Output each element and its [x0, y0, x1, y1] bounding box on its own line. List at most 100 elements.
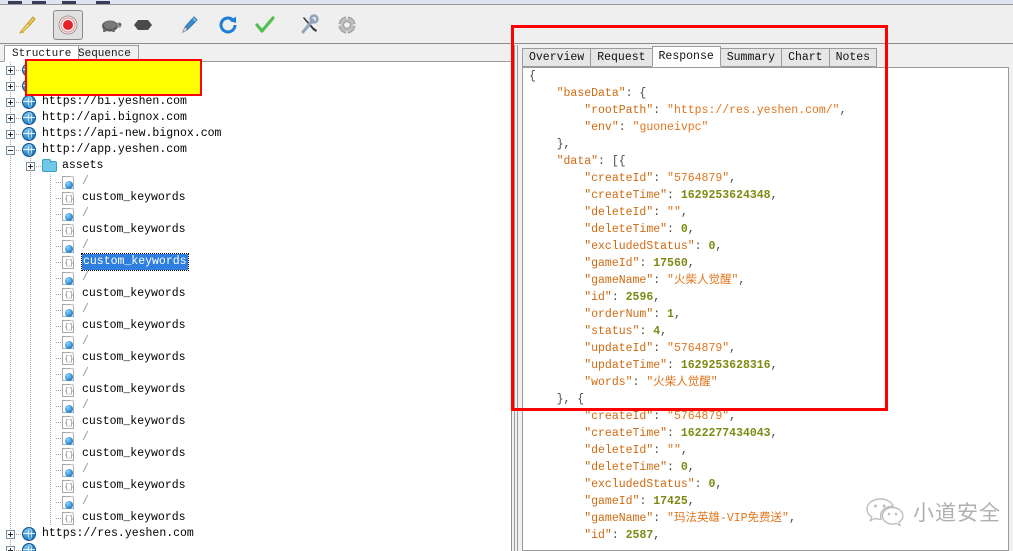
json-token-p: ,	[673, 308, 681, 321]
json-token-k: "deleteTime"	[584, 223, 668, 236]
tree-guide-line	[30, 478, 31, 494]
tab-response[interactable]: Response	[651, 46, 721, 67]
braces-glyph: {}	[64, 483, 74, 492]
settings-button[interactable]	[332, 10, 362, 40]
endpoint-icon	[62, 240, 74, 253]
tab-request[interactable]: Request	[590, 48, 653, 67]
tree-item-label: custom_keywords	[82, 223, 186, 236]
json-line: "orderNum": 1,	[523, 306, 1008, 323]
tab-notes[interactable]: Notes	[828, 48, 878, 67]
tree-item[interactable]: /	[0, 238, 511, 254]
json-token-p	[529, 461, 584, 474]
tree-item[interactable]: /	[0, 270, 511, 286]
tree-item[interactable]: /	[0, 334, 511, 350]
menu-bar[interactable]	[0, 0, 1013, 5]
tree-guide-line	[30, 270, 31, 286]
tree-item[interactable]: {} custom_keywords	[0, 414, 511, 430]
tree-collapse-icon[interactable]	[6, 146, 15, 155]
tree-guide-line	[30, 238, 31, 254]
json-line: "data": [{	[523, 153, 1008, 170]
tree-expand-icon[interactable]	[6, 82, 15, 91]
tree-item[interactable]: {} custom_keywords	[0, 190, 511, 206]
tree-item[interactable]: /	[0, 206, 511, 222]
tree-item[interactable]: /	[0, 430, 511, 446]
response-json-viewer[interactable]: { "baseData": { "rootPath": "https://res…	[522, 67, 1009, 551]
json-line: "updateTime": 1629253628316,	[523, 357, 1008, 374]
tree-item[interactable]: {} custom_keywords	[0, 446, 511, 462]
json-line: "env": "guoneivpc"	[523, 119, 1008, 136]
tree-expand-icon[interactable]	[6, 114, 15, 123]
tools-icon	[301, 14, 319, 34]
json-icon: {}	[62, 288, 74, 301]
json-token-p: :	[653, 104, 668, 117]
json-token-n: 2587	[625, 529, 654, 542]
tree-item[interactable]: http://api.bignox.com	[0, 110, 511, 126]
json-line: "id": 2596,	[523, 289, 1008, 306]
tree-item[interactable]: /	[0, 302, 511, 318]
tree-item[interactable]: https://res.yeshen.com	[0, 526, 511, 542]
json-token-p: ,	[653, 529, 661, 542]
tree-guide-line	[10, 398, 11, 414]
menu-item-proxy[interactable]	[96, 1, 110, 4]
tree-expand-icon[interactable]	[6, 98, 15, 107]
tree-item[interactable]: /	[0, 462, 511, 478]
tree-item[interactable]: https://api-new.bignox.com	[0, 126, 511, 142]
tree-item[interactable]: {} custom_keywords	[0, 318, 511, 334]
json-token-p: ,	[687, 257, 695, 270]
tree-guide-line	[10, 478, 11, 494]
tree-item[interactable]: /	[0, 398, 511, 414]
tree-item[interactable]: {} custom_keywords	[0, 286, 511, 302]
tree-item[interactable]: /	[0, 366, 511, 382]
panel-divider[interactable]	[514, 45, 515, 551]
menu-item-view[interactable]	[62, 1, 76, 4]
tree-item[interactable]: {} custom_keywords	[0, 478, 511, 494]
tree-expand-icon[interactable]	[6, 130, 15, 139]
tree-guide-line	[50, 318, 51, 334]
tree-item[interactable]	[0, 542, 511, 551]
tree-expand-icon[interactable]	[6, 66, 15, 75]
throttle-toggle-button[interactable]	[95, 10, 125, 40]
menu-item-file[interactable]	[8, 1, 22, 4]
tree-expand-icon[interactable]	[26, 162, 35, 171]
json-token-p	[529, 495, 584, 508]
tree-item[interactable]: /	[0, 494, 511, 510]
tree-guide-line	[30, 302, 31, 318]
clear-session-button[interactable]	[12, 10, 42, 40]
tree-expand-icon[interactable]	[6, 546, 15, 551]
tree-item[interactable]: /	[0, 174, 511, 190]
validate-button[interactable]	[250, 10, 280, 40]
tab-summary[interactable]: Summary	[719, 48, 783, 67]
json-token-p: {	[529, 70, 536, 83]
menu-item-edit[interactable]	[32, 1, 46, 4]
tree-guide-line	[50, 510, 51, 526]
session-structure-tree[interactable]: https://bi.yeshen.com http://api.bignox.c…	[0, 62, 512, 551]
breakpoints-toggle-button[interactable]	[128, 10, 158, 40]
tree-item[interactable]: assets	[0, 158, 511, 174]
tree-item[interactable]: {} custom_keywords	[0, 253, 511, 271]
tools-button[interactable]	[295, 10, 325, 40]
endpoint-icon	[62, 304, 74, 317]
json-token-p	[529, 325, 584, 338]
tree-expand-icon[interactable]	[6, 530, 15, 539]
tree-guide-line	[10, 270, 11, 286]
record-toggle-button[interactable]	[53, 10, 83, 40]
tree-guide-line	[50, 286, 51, 302]
tab-overview[interactable]: Overview	[522, 48, 592, 67]
json-token-k: "deleteTime"	[584, 461, 668, 474]
json-token-s: ""	[667, 444, 681, 457]
tree-item[interactable]: {} custom_keywords	[0, 510, 511, 526]
tree-item[interactable]: http://app.yeshen.com	[0, 142, 511, 158]
tree-item[interactable]: {} custom_keywords	[0, 350, 511, 366]
json-icon: {}	[62, 448, 74, 461]
repeat-request-button[interactable]	[213, 10, 243, 40]
json-icon: {}	[62, 512, 74, 525]
tree-item[interactable]: https://bi.yeshen.com	[0, 94, 511, 110]
compose-request-button[interactable]	[174, 10, 204, 40]
tree-item[interactable]: {} custom_keywords	[0, 222, 511, 238]
json-line: "id": 2587,	[523, 527, 1008, 544]
tree-item[interactable]: {} custom_keywords	[0, 382, 511, 398]
tree-item-label: /	[82, 303, 89, 316]
tree-item-label: custom_keywords	[82, 287, 186, 300]
tab-chart[interactable]: Chart	[781, 48, 830, 67]
tree-guide-line	[10, 366, 11, 382]
